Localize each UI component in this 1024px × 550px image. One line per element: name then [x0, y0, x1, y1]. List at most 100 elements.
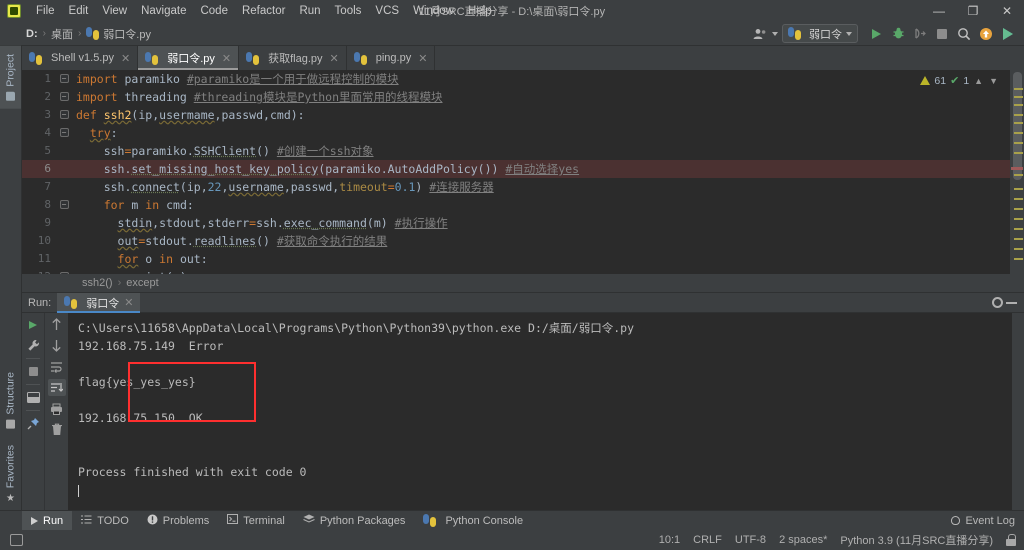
- event-log-button[interactable]: Event Log: [951, 515, 1024, 527]
- console-scrollbar[interactable]: [1012, 313, 1024, 510]
- close-button[interactable]: ✕: [990, 0, 1024, 22]
- menu-file[interactable]: File: [29, 3, 62, 19]
- print-icon[interactable]: [48, 400, 66, 417]
- arrow-down-icon[interactable]: [48, 337, 66, 354]
- marker-track[interactable]: [1010, 70, 1024, 274]
- menu-edit[interactable]: Edit: [62, 3, 96, 19]
- stop-button[interactable]: [932, 24, 952, 44]
- breadcrumb-drive[interactable]: D:: [26, 28, 38, 40]
- code-content[interactable]: 1 − import paramiko #paramiko是一个用于做远程控制的…: [22, 70, 1024, 274]
- bottom-tab-todo[interactable]: TODO: [72, 511, 138, 531]
- status-caret-position[interactable]: 10:1: [659, 534, 680, 546]
- menu-view[interactable]: View: [95, 3, 134, 19]
- trash-icon[interactable]: [48, 421, 66, 438]
- breadcrumb-block[interactable]: except: [126, 277, 158, 289]
- code-line[interactable]: 5 ssh=paramiko.SSHClient() #创建一个ssh对象: [22, 142, 1024, 160]
- menu-help[interactable]: Help: [461, 3, 499, 19]
- code-line-breakpoint[interactable]: 6 ssh.set_missing_host_key_policy(parami…: [22, 160, 1024, 178]
- minimize-button[interactable]: —: [922, 0, 956, 22]
- bottom-tab-problems[interactable]: Problems: [138, 511, 218, 531]
- minimize-icon[interactable]: [1006, 301, 1017, 304]
- menu-run[interactable]: Run: [292, 3, 327, 19]
- fold-marker[interactable]: −: [58, 268, 70, 274]
- gear-icon[interactable]: [992, 297, 1003, 308]
- bottom-tab-run[interactable]: Run: [22, 510, 73, 531]
- share-project-icon[interactable]: [998, 24, 1018, 44]
- close-tab-icon[interactable]: ✕: [330, 52, 339, 65]
- breadcrumb-file[interactable]: 弱口令.py: [103, 26, 151, 42]
- search-everywhere-icon[interactable]: [954, 24, 974, 44]
- menu-tools[interactable]: Tools: [328, 3, 369, 19]
- bottom-tab-python-packages[interactable]: Python Packages: [294, 511, 415, 531]
- code-line[interactable]: 7 ssh.connect(ip,22,username,passwd,time…: [22, 178, 1024, 196]
- sidebar-item-favorites[interactable]: ★ Favorites: [0, 437, 21, 510]
- breadcrumb-sep-1: ›: [42, 28, 46, 39]
- fold-marker[interactable]: −: [58, 196, 70, 214]
- next-problem-icon[interactable]: ▼: [988, 76, 999, 86]
- breadcrumb-function[interactable]: ssh2(): [82, 277, 113, 289]
- sidebar-item-project[interactable]: Project: [0, 46, 21, 109]
- run-configuration-selector[interactable]: 弱口令: [782, 24, 858, 43]
- tab-huoquflag[interactable]: 获取flag.py ✕: [239, 46, 347, 70]
- code-line[interactable]: 1 − import paramiko #paramiko是一个用于做远程控制的…: [22, 70, 1024, 88]
- pin-icon[interactable]: [24, 415, 42, 432]
- rerun-icon[interactable]: [24, 316, 42, 333]
- inspection-widget[interactable]: 61 ✔ 1 ▲ ▼: [917, 72, 1002, 89]
- editor-breadcrumb: ssh2() › except: [22, 274, 1024, 292]
- run-coverage-button[interactable]: [910, 24, 930, 44]
- close-tab-icon[interactable]: ✕: [121, 52, 130, 65]
- close-run-tab-icon[interactable]: ✕: [124, 296, 133, 309]
- line-number: 11: [37, 252, 51, 265]
- fold-marker[interactable]: −: [58, 70, 70, 88]
- breadcrumb-folder[interactable]: 桌面: [51, 26, 73, 42]
- arrow-up-icon[interactable]: [48, 316, 66, 333]
- tab-shell-v15[interactable]: Shell v1.5.py ✕: [22, 46, 139, 70]
- prev-problem-icon[interactable]: ▲: [973, 76, 984, 86]
- menu-window[interactable]: Window: [406, 3, 461, 19]
- fold-marker[interactable]: −: [58, 88, 70, 106]
- wrench-icon[interactable]: [24, 337, 42, 354]
- layout-icon[interactable]: [24, 389, 42, 406]
- code-line[interactable]: 4 − try:: [22, 124, 1024, 142]
- code-text: ssh.connect(ip,22,username,passwd,timeou…: [103, 180, 494, 194]
- menu-refactor[interactable]: Refactor: [235, 3, 292, 19]
- lock-icon[interactable]: [1006, 534, 1016, 546]
- stop-icon[interactable]: [24, 363, 42, 380]
- code-line[interactable]: 3 − def ssh2(ip,usermame,passwd,cmd):: [22, 106, 1024, 124]
- menu-navigate[interactable]: Navigate: [134, 3, 193, 19]
- tab-ping[interactable]: ping.py ✕: [347, 46, 436, 70]
- maximize-button[interactable]: ❐: [956, 0, 990, 22]
- bottom-tab-terminal[interactable]: Terminal: [218, 511, 294, 531]
- status-interpreter[interactable]: Python 3.9 (11月SRC直播分享): [840, 532, 993, 548]
- run-tab-ruokouling[interactable]: 弱口令 ✕: [57, 292, 141, 313]
- close-tab-icon[interactable]: ✕: [222, 52, 231, 65]
- code-editor[interactable]: 1 − import paramiko #paramiko是一个用于做远程控制的…: [22, 70, 1024, 274]
- soft-wrap-icon[interactable]: [48, 358, 66, 375]
- status-indent[interactable]: 2 spaces*: [779, 534, 827, 546]
- sidebar-item-structure[interactable]: Structure: [0, 364, 21, 437]
- close-tab-icon[interactable]: ✕: [418, 52, 427, 65]
- code-line[interactable]: 11 for o in out:: [22, 250, 1024, 268]
- status-encoding[interactable]: UTF-8: [735, 534, 766, 546]
- code-line[interactable]: 2 − import threading #threading模块是Python…: [22, 88, 1024, 106]
- run-console[interactable]: C:\Users\11658\AppData\Local\Programs\Py…: [68, 313, 1024, 510]
- code-line[interactable]: 8 − for m in cmd:: [22, 196, 1024, 214]
- fold-marker[interactable]: −: [58, 106, 70, 124]
- toggle-tool-windows-icon[interactable]: [10, 534, 23, 546]
- code-line[interactable]: 12 − print(o): [22, 268, 1024, 274]
- menu-code[interactable]: Code: [193, 3, 235, 19]
- run-button[interactable]: [866, 24, 886, 44]
- tab-ruokouling[interactable]: 弱口令.py ✕: [138, 46, 240, 70]
- bottom-tab-python-console[interactable]: Python Console: [414, 511, 532, 531]
- scroll-to-end-icon[interactable]: [47, 379, 66, 396]
- editor-tab-bar: Shell v1.5.py ✕ 弱口令.py ✕ 获取flag.py ✕ pin…: [22, 46, 1024, 70]
- code-line[interactable]: 9 stdin,stdout,stderr=ssh.exec_command(m…: [22, 214, 1024, 232]
- status-line-separator[interactable]: CRLF: [693, 534, 722, 546]
- debug-button[interactable]: [888, 24, 908, 44]
- code-line[interactable]: 10 out=stdout.readlines() #获取命令执行的结果: [22, 232, 1024, 250]
- fold-marker[interactable]: −: [58, 124, 70, 142]
- avatar-dropdown-icon[interactable]: [772, 31, 778, 36]
- user-avatar-icon[interactable]: [750, 24, 770, 44]
- menu-vcs[interactable]: VCS: [368, 3, 406, 19]
- update-project-icon[interactable]: [976, 24, 996, 44]
